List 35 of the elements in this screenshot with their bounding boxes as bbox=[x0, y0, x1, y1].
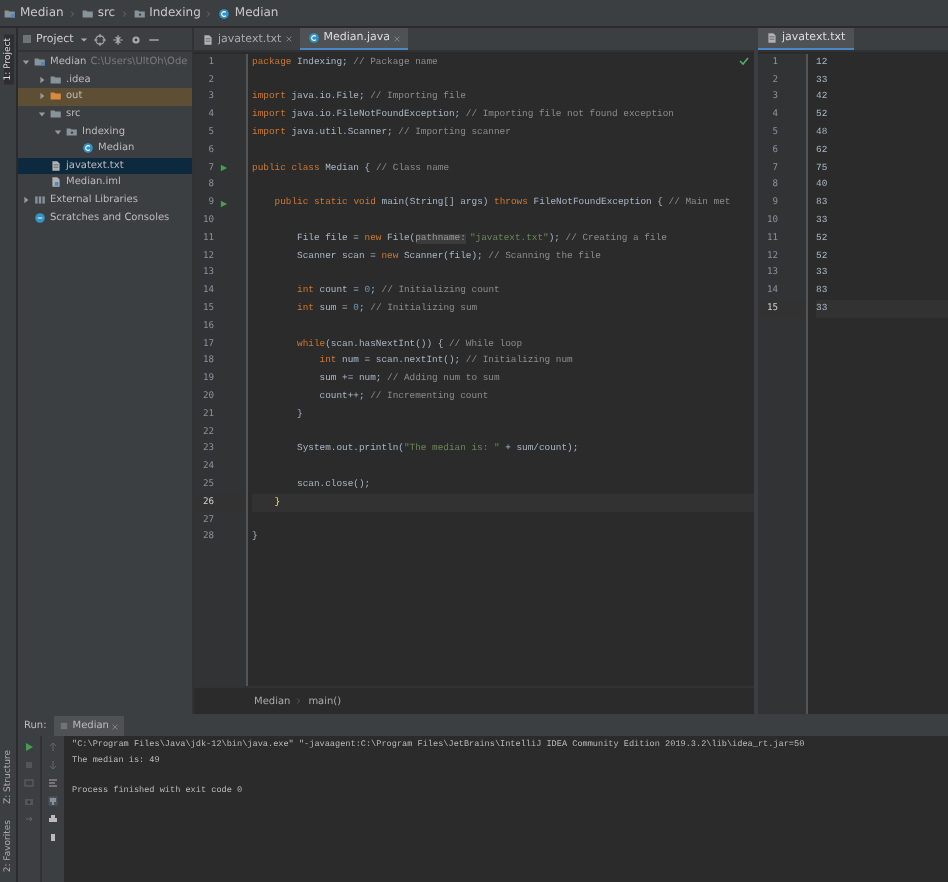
text-file-icon bbox=[766, 32, 778, 44]
text-file-icon bbox=[50, 159, 62, 172]
target-icon bbox=[93, 33, 106, 45]
scroll-end-icon[interactable] bbox=[48, 796, 58, 806]
run-icon[interactable] bbox=[220, 164, 228, 173]
check-icon bbox=[738, 56, 750, 66]
package-icon bbox=[66, 125, 78, 138]
console-icon bbox=[60, 722, 69, 730]
project-icon bbox=[22, 34, 32, 44]
down-arrow-icon[interactable] bbox=[48, 760, 58, 770]
class-icon bbox=[82, 142, 94, 155]
text-file-icon bbox=[202, 33, 214, 45]
close-icon bbox=[112, 723, 119, 729]
scratches-icon bbox=[34, 211, 46, 224]
minimize-icon bbox=[147, 33, 160, 45]
class-icon bbox=[307, 32, 320, 44]
up-arrow-icon[interactable] bbox=[48, 742, 58, 752]
close-icon bbox=[285, 36, 292, 42]
folder-icon bbox=[81, 7, 94, 19]
print-icon[interactable] bbox=[48, 814, 58, 824]
package-icon bbox=[133, 7, 146, 19]
library-icon bbox=[34, 194, 46, 207]
settings-icon bbox=[129, 33, 142, 45]
collapse-icon bbox=[111, 33, 124, 45]
module-folder-icon bbox=[4, 7, 16, 19]
close-icon bbox=[393, 35, 400, 41]
module-folder-icon bbox=[34, 56, 46, 69]
class-icon bbox=[218, 7, 231, 19]
module-file-icon bbox=[50, 176, 62, 189]
wrap-icon[interactable] bbox=[48, 778, 58, 788]
layout-icon[interactable] bbox=[24, 778, 34, 788]
caret-icon bbox=[79, 35, 88, 43]
run-icon[interactable] bbox=[24, 742, 34, 752]
stop-icon[interactable] bbox=[24, 760, 34, 770]
run-icon[interactable] bbox=[220, 199, 228, 208]
